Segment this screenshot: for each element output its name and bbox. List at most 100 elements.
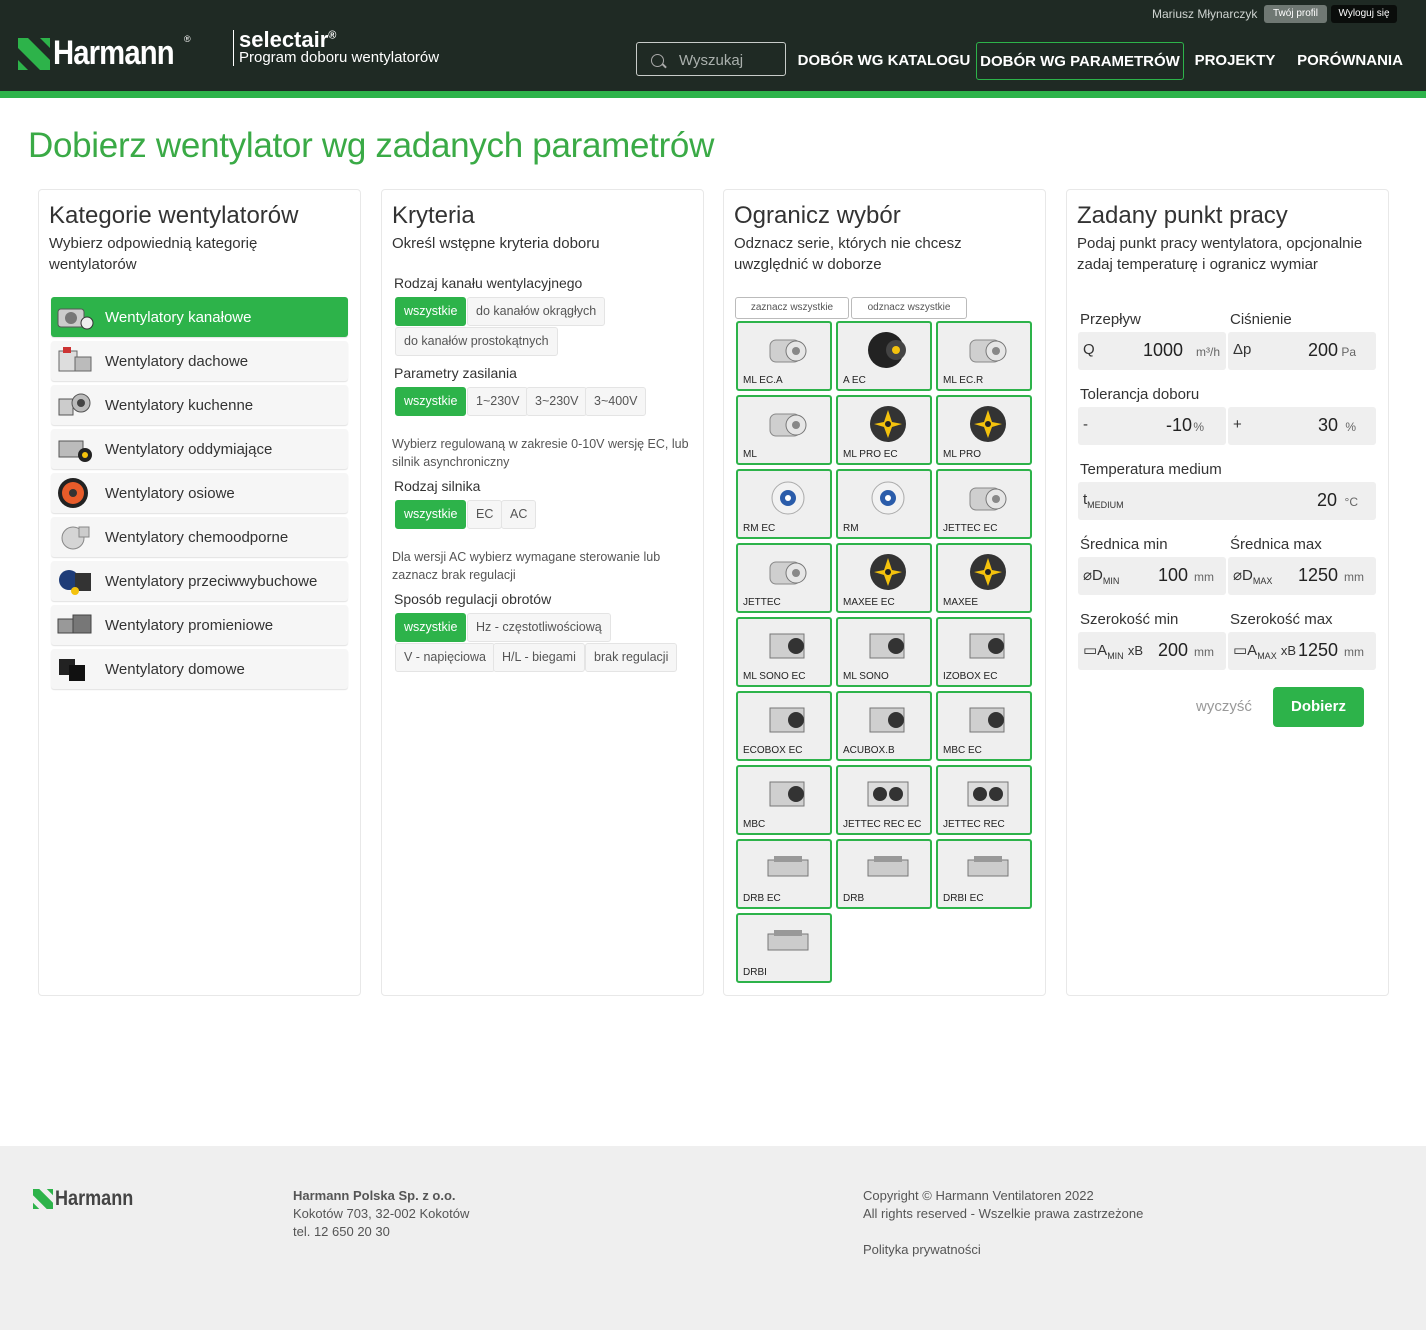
duct-option-round[interactable]: do kanałów okrągłych	[467, 297, 606, 326]
series-tile[interactable]: DRB EC	[736, 839, 832, 909]
series-tile[interactable]: ML SONO	[836, 617, 932, 687]
categories-description: Wybierz odpowiednią kategorię wentylator…	[49, 235, 258, 273]
series-tile[interactable]: DRB	[836, 839, 932, 909]
series-tile[interactable]: ML EC.R	[936, 321, 1032, 391]
width-min-symbol-sub: MIN	[1107, 651, 1124, 661]
series-tile[interactable]: MBC	[736, 765, 832, 835]
width-max-field[interactable]: ▭AMAX xB 1250 mm	[1228, 632, 1376, 670]
profile-button[interactable]: Twój profil	[1264, 5, 1327, 23]
series-tile[interactable]: MAXEE EC	[836, 543, 932, 613]
category-smoke[interactable]: Wentylatory oddymiające	[51, 429, 348, 469]
series-tile[interactable]: ML SONO EC	[736, 617, 832, 687]
submit-button[interactable]: Dobierz	[1273, 687, 1364, 727]
motor-note: Wybierz regulowaną w zakresie 0-10V wers…	[392, 437, 689, 469]
footer-logo[interactable]: Harmann	[33, 1187, 146, 1211]
flow-label: Przepływ	[1080, 311, 1141, 328]
app-subtitle: Program doboru wentylatorów	[239, 49, 440, 66]
width-max-symbol: ▭AMAX xB	[1233, 641, 1296, 661]
category-chemical[interactable]: Wentylatory chemoodporne	[51, 517, 348, 557]
flow-field[interactable]: Q 1000 m³/h	[1078, 332, 1226, 370]
series-tile[interactable]: RM	[836, 469, 932, 539]
series-tile[interactable]: ML PRO	[936, 395, 1032, 465]
nav-parameters[interactable]: DOBÓR WG PARAMETRÓW	[976, 42, 1184, 80]
diameter-max-field[interactable]: ⌀DMAX 1250 mm	[1228, 557, 1376, 595]
series-tile[interactable]: ECOBOX EC	[736, 691, 832, 761]
harmann-logo[interactable]: Harmann	[18, 34, 193, 73]
fan-thumbnail-icon	[769, 707, 805, 733]
fan-thumbnail-icon	[967, 781, 1009, 807]
control-option-voltage[interactable]: V - napięciowa	[395, 643, 495, 672]
width-max-symbol-main: ▭A	[1233, 642, 1258, 659]
nav-catalog[interactable]: DOBÓR WG KATALOGU	[797, 42, 971, 80]
series-label: MBC EC	[943, 745, 982, 756]
width-min-field[interactable]: ▭AMIN xB 200 mm	[1078, 632, 1226, 670]
privacy-link[interactable]: Polityka prywatności	[863, 1241, 981, 1259]
tolerance-minus-field[interactable]: - -10 %	[1078, 407, 1226, 445]
category-radial[interactable]: Wentylatory promieniowe	[51, 605, 348, 645]
fan-thumbnail-icon	[868, 332, 906, 368]
motor-option-ac[interactable]: AC	[501, 500, 537, 529]
series-tile[interactable]: DRBI	[736, 913, 832, 983]
search-input[interactable]	[679, 50, 779, 70]
control-note: Dla wersji AC wybierz wymagane sterowani…	[392, 550, 661, 582]
fan-thumbnail-icon	[867, 781, 909, 807]
category-roof[interactable]: Wentylatory dachowe	[51, 341, 348, 381]
nav-comparisons[interactable]: PORÓWNANIA	[1290, 42, 1410, 80]
category-home[interactable]: Wentylatory domowe	[51, 649, 348, 689]
category-kitchen[interactable]: Wentylatory kuchenne	[51, 385, 348, 425]
motor-option-all[interactable]: wszystkie	[395, 500, 467, 529]
motor-option-ec[interactable]: EC	[467, 500, 503, 529]
series-tile[interactable]: RM EC	[736, 469, 832, 539]
diameter-min-field[interactable]: ⌀DMIN 100 mm	[1078, 557, 1226, 595]
width-min-value: 200	[1157, 640, 1188, 660]
search-box[interactable]	[636, 42, 786, 76]
workpoint-description: Podaj punkt pracy wentylatora, opcjonaln…	[1077, 235, 1363, 273]
width-min-label: Szerokość min	[1080, 611, 1179, 628]
tolerance-plus-field[interactable]: + 30 %	[1228, 407, 1376, 445]
nav-projects[interactable]: PROJEKTY	[1190, 42, 1280, 80]
power-option-3-400[interactable]: 3~400V	[585, 387, 647, 416]
series-tile[interactable]: MBC EC	[936, 691, 1032, 761]
diameter-min-symbol-main: ⌀D	[1083, 567, 1103, 584]
workpoint-title: Zadany punkt pracy	[1077, 202, 1288, 229]
series-tile[interactable]: MAXEE	[936, 543, 1032, 613]
series-tile[interactable]: IZOBOX EC	[936, 617, 1032, 687]
category-duct[interactable]: Wentylatory kanałowe	[51, 297, 348, 337]
fan-thumbnail-icon	[871, 481, 905, 515]
series-tile[interactable]: DRBI EC	[936, 839, 1032, 909]
pressure-field[interactable]: Δp 200 Pa	[1228, 332, 1376, 370]
series-tile[interactable]: ML	[736, 395, 832, 465]
series-tile[interactable]: ACUBOX.B	[836, 691, 932, 761]
deselect-all-button[interactable]: odznacz wszystkie	[851, 297, 967, 319]
control-option-hz[interactable]: Hz - częstotliwościową	[467, 613, 611, 642]
logout-button[interactable]: Wyloguj się	[1331, 5, 1397, 23]
workpoint-panel: Zadany punkt pracy Podaj punkt pracy wen…	[1066, 189, 1389, 996]
control-option-none[interactable]: brak regulacji	[585, 643, 678, 672]
duct-option-rectangular[interactable]: do kanałów prostokątnych	[395, 327, 558, 356]
category-label: Wentylatory domowe	[105, 660, 245, 678]
power-option-all[interactable]: wszystkie	[395, 387, 467, 416]
select-all-button[interactable]: zaznacz wszystkie	[735, 297, 849, 319]
width-max-suffix: xB	[1280, 643, 1297, 658]
series-label: ML	[743, 449, 757, 460]
series-tile[interactable]: JETTEC REC EC	[836, 765, 932, 835]
fan-thumbnail-icon	[867, 856, 909, 877]
series-label: RM EC	[743, 523, 776, 534]
clear-link[interactable]: wyczyść	[1196, 698, 1252, 715]
category-axial[interactable]: Wentylatory osiowe	[51, 473, 348, 513]
temperature-field[interactable]: tMEDIUM 20 °C	[1078, 482, 1376, 520]
series-tile[interactable]: JETTEC	[736, 543, 832, 613]
series-tile[interactable]: ML EC.A	[736, 321, 832, 391]
power-option-1-230[interactable]: 1~230V	[467, 387, 529, 416]
control-option-speeds[interactable]: H/L - biegami	[493, 643, 585, 672]
category-explosion-proof[interactable]: Wentylatory przeciwwybuchowe	[51, 561, 348, 601]
series-tile[interactable]: ML PRO EC	[836, 395, 932, 465]
fan-thumbnail-icon	[969, 633, 1005, 659]
duct-option-all[interactable]: wszystkie	[395, 297, 467, 326]
diameter-min-unit: mm	[1194, 570, 1214, 584]
series-tile[interactable]: A EC	[836, 321, 932, 391]
power-option-3-230[interactable]: 3~230V	[526, 387, 588, 416]
series-tile[interactable]: JETTEC EC	[936, 469, 1032, 539]
series-tile[interactable]: JETTEC REC	[936, 765, 1032, 835]
control-option-all[interactable]: wszystkie	[395, 613, 467, 642]
